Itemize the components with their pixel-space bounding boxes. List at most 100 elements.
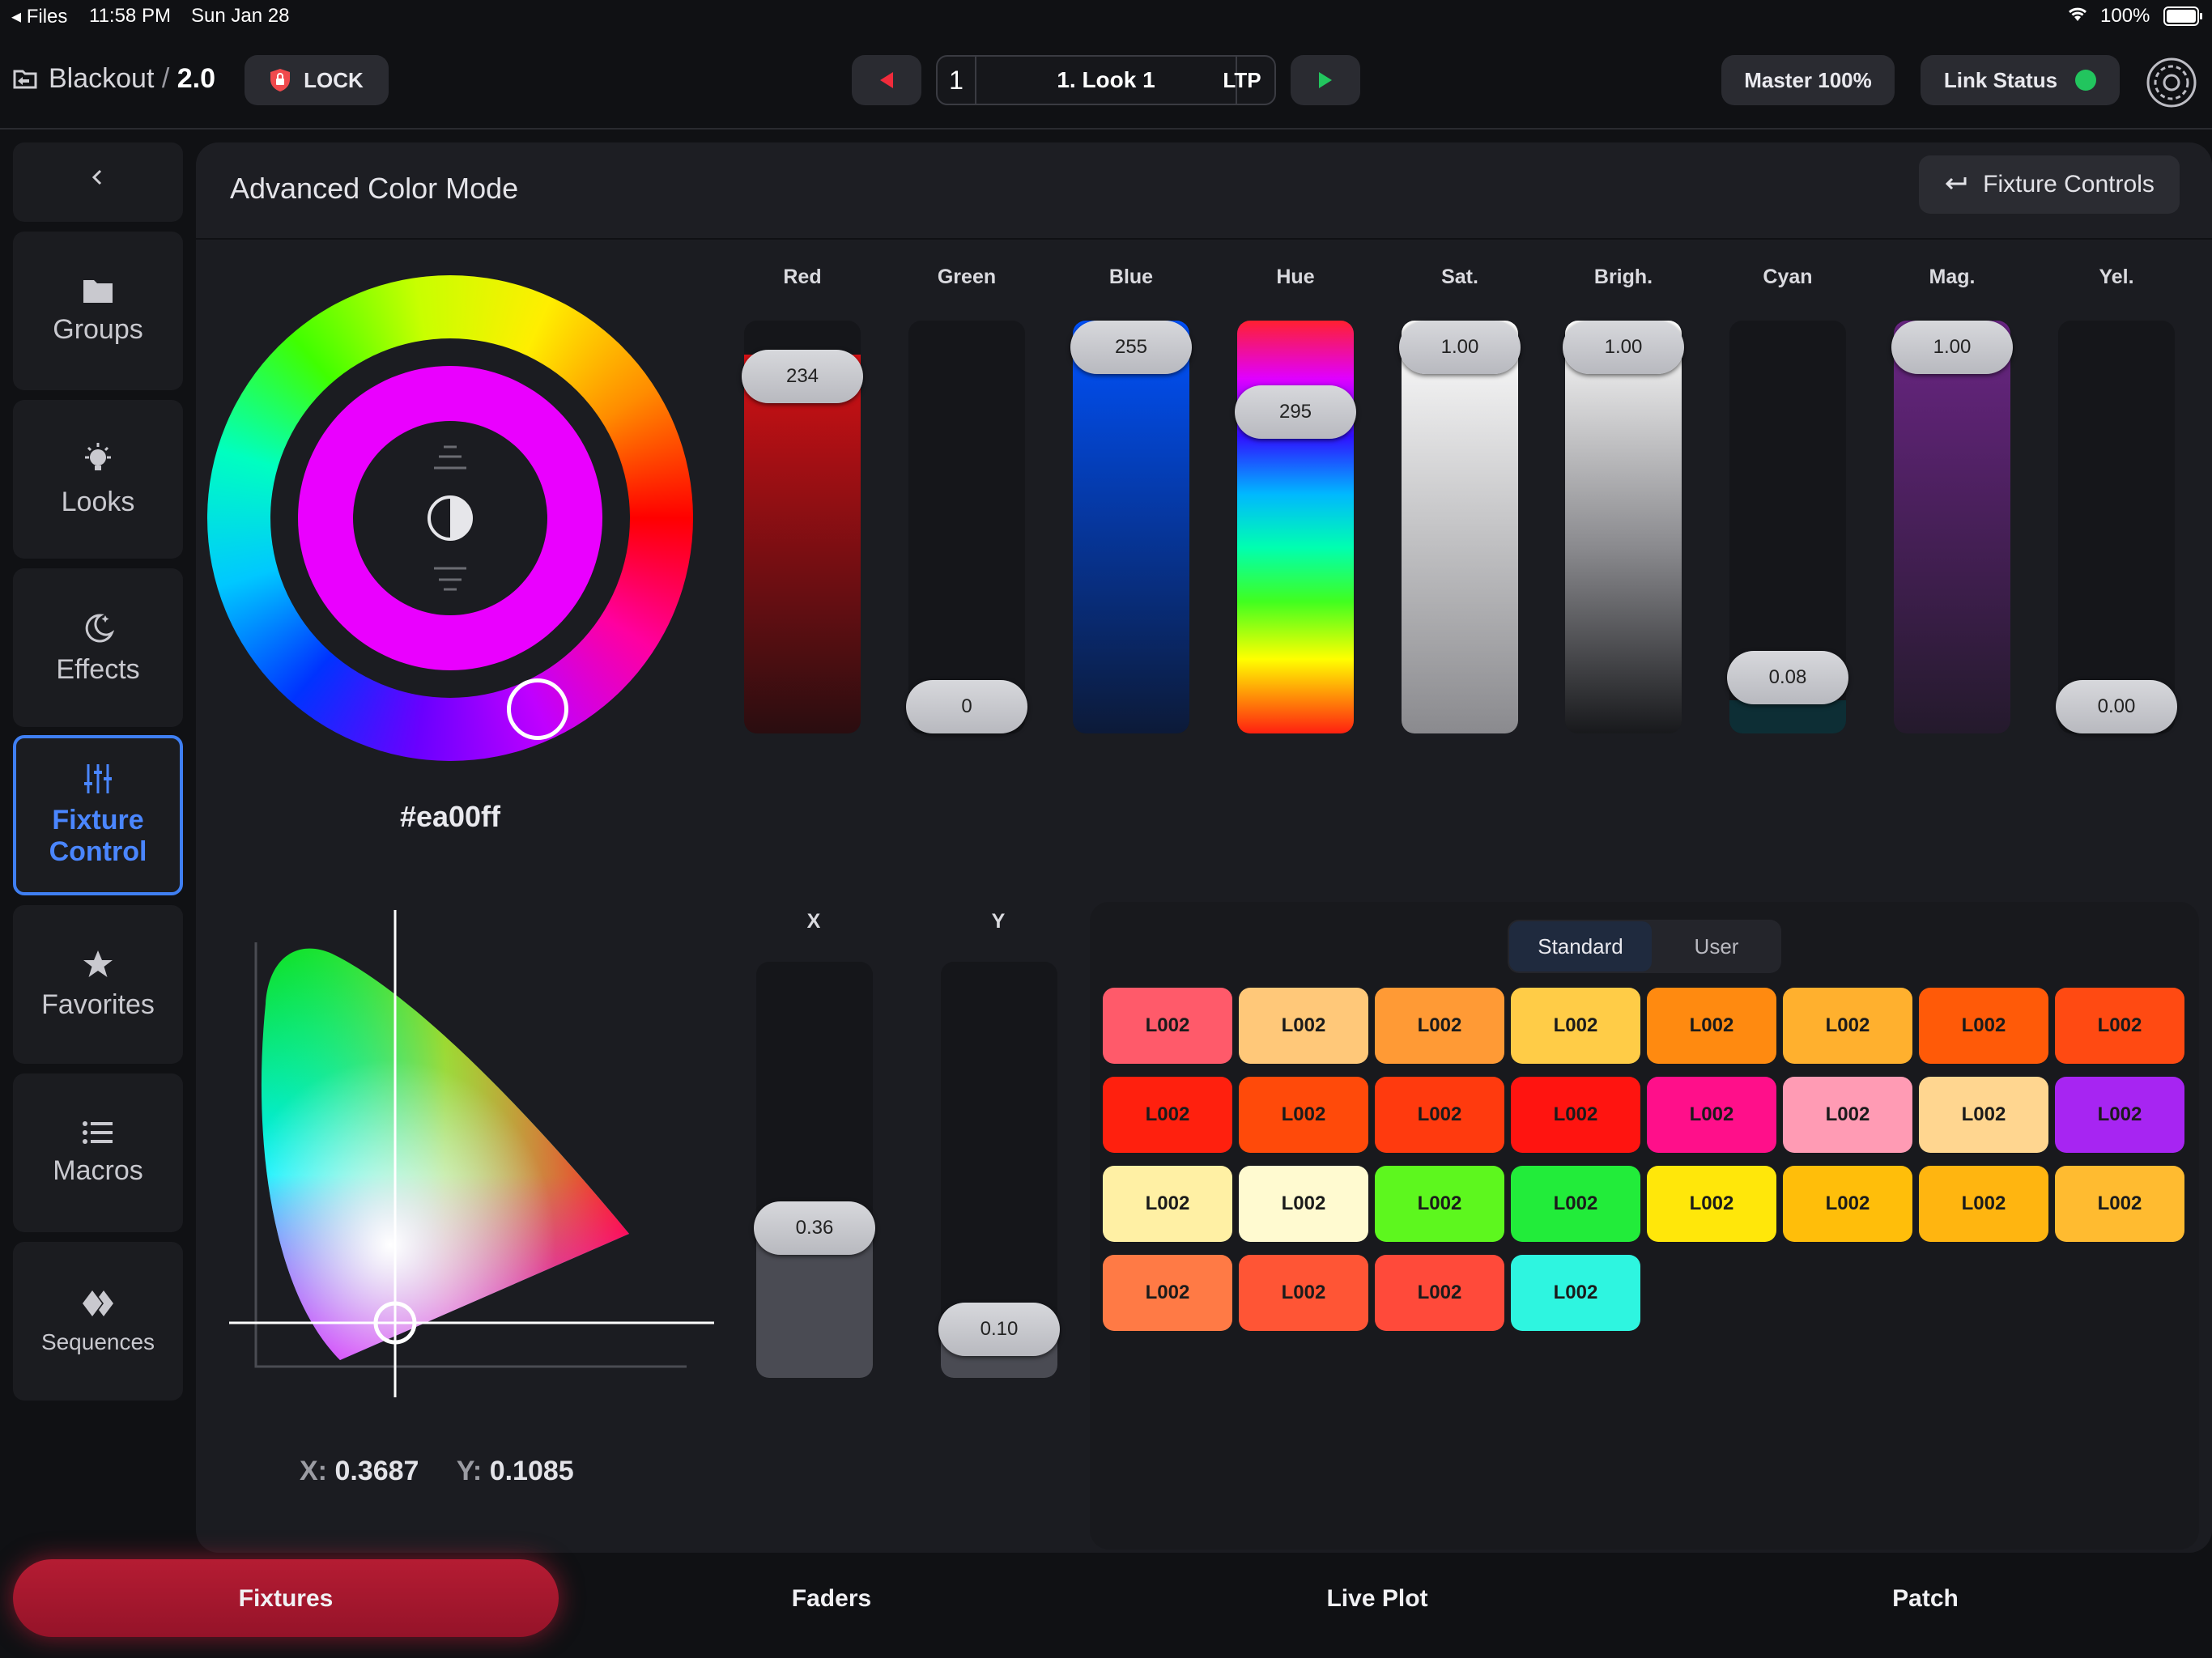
color-preset-button[interactable]: L002: [1103, 1255, 1232, 1331]
y-slider-thumb[interactable]: 0.10: [938, 1303, 1060, 1356]
color-preset-button[interactable]: L002: [1919, 1166, 2048, 1242]
chevron-left-icon: [91, 169, 102, 185]
sidebar-item-macros[interactable]: Macros: [13, 1073, 183, 1232]
show-file-icon[interactable]: [11, 65, 39, 96]
tab-patch[interactable]: Patch: [1650, 1562, 2201, 1635]
tab-fixtures[interactable]: Fixtures: [13, 1562, 559, 1635]
link-status-button[interactable]: Link Status: [1921, 55, 2120, 105]
cie-chromaticity-chart[interactable]: [227, 907, 721, 1401]
color-preset-button[interactable]: L002: [1783, 1166, 1912, 1242]
color-preset-button[interactable]: L002: [1103, 988, 1232, 1064]
color-preset-button[interactable]: L002: [1103, 1166, 1232, 1242]
status-date: Sun Jan 28: [191, 5, 290, 27]
sidebar-item-fixture-control[interactable]: Fixture Control: [13, 735, 183, 895]
color-preset-button[interactable]: L002: [1239, 1255, 1368, 1331]
color-preset-button[interactable]: L002: [1239, 988, 1368, 1064]
slider-label-magenta: Mag.: [1929, 266, 1976, 288]
lock-button[interactable]: LOCK: [245, 55, 389, 105]
tab-standard[interactable]: Standard: [1509, 921, 1652, 971]
magenta-slider[interactable]: [1894, 321, 2010, 733]
x-slider-thumb[interactable]: 0.36: [754, 1201, 875, 1255]
green-slider-thumb[interactable]: 0: [906, 680, 1027, 733]
lightbulb-icon: [85, 442, 111, 470]
battery-percent: 100%: [2100, 5, 2150, 27]
cue-display[interactable]: 1 1. Look 1 LTP: [936, 55, 1276, 105]
slider-label-saturation: Sat.: [1441, 266, 1478, 288]
color-preset-button[interactable]: L002: [1647, 1166, 1776, 1242]
brightness-slider[interactable]: [1565, 321, 1682, 733]
color-wheel-handle[interactable]: [507, 678, 568, 740]
cie-y-label: Y:: [456, 1456, 483, 1486]
sidebar-item-looks[interactable]: Looks: [13, 400, 183, 559]
yellow-slider-thumb[interactable]: 0.00: [2056, 680, 2177, 733]
show-version: 2.0: [177, 63, 216, 94]
next-cue-button[interactable]: [1291, 55, 1360, 105]
panel-title: Advanced Color Mode: [230, 172, 519, 205]
green-slider[interactable]: [908, 321, 1025, 733]
x-slider[interactable]: [756, 962, 873, 1378]
magenta-slider-thumb[interactable]: 1.00: [1891, 321, 2013, 374]
blue-slider-fill: [1073, 321, 1189, 733]
color-preset-button[interactable]: L002: [1919, 988, 2048, 1064]
color-preset-button[interactable]: L002: [1919, 1077, 2048, 1153]
color-preset-button[interactable]: L002: [1511, 1255, 1640, 1331]
color-preset-button[interactable]: L002: [1239, 1166, 1368, 1242]
panel-header: Advanced Color Mode Fixture Controls: [196, 142, 2212, 240]
folder-icon: [83, 279, 113, 303]
blue-slider[interactable]: [1073, 321, 1189, 733]
color-preset-button[interactable]: L002: [2055, 1166, 2184, 1242]
color-wheel[interactable]: [207, 275, 693, 761]
color-preset-button[interactable]: L002: [1239, 1077, 1368, 1153]
sidebar-back-button[interactable]: [13, 142, 183, 222]
red-slider-thumb[interactable]: 234: [742, 350, 863, 404]
sidebar-item-favorites[interactable]: Favorites: [13, 905, 183, 1064]
color-preset-button[interactable]: L002: [1375, 988, 1504, 1064]
back-to-app-link[interactable]: ◂ Files: [11, 5, 67, 28]
saturation-slider-thumb[interactable]: 1.00: [1399, 321, 1521, 374]
color-preset-button[interactable]: L002: [1511, 1077, 1640, 1153]
diamond-icon: [83, 1290, 113, 1316]
color-preset-button[interactable]: L002: [1783, 988, 1912, 1064]
logo-icon[interactable]: [2146, 57, 2197, 113]
blue-slider-thumb[interactable]: 255: [1070, 321, 1192, 374]
cie-y-value: 0.1085: [489, 1456, 574, 1486]
cie-x-value: 0.3687: [334, 1456, 419, 1486]
color-preset-button[interactable]: L002: [1647, 988, 1776, 1064]
color-preset-button[interactable]: L002: [1103, 1077, 1232, 1153]
slider-label-brightness: Brigh.: [1593, 266, 1653, 288]
tab-faders[interactable]: Faders: [559, 1562, 1104, 1635]
color-preset-button[interactable]: L002: [1375, 1166, 1504, 1242]
color-preset-button[interactable]: L002: [1511, 1166, 1640, 1242]
show-title: Blackout / 2.0: [49, 63, 216, 94]
previous-cue-button[interactable]: [852, 55, 921, 105]
master-button[interactable]: Master 100%: [1721, 55, 1895, 105]
color-presets-area: Standard User L002 L002 L002 L002 L002 L002 L0…: [1090, 902, 2199, 1550]
slider-label-cyan: Cyan: [1763, 266, 1813, 288]
color-preset-button[interactable]: L002: [2055, 988, 2184, 1064]
top-bar: Blackout / 2.0 LOCK 1 1. Look 1 LTP Mast…: [0, 32, 2212, 130]
cie-x-label: X:: [300, 1456, 327, 1486]
sidebar-item-effects[interactable]: Effects: [13, 568, 183, 727]
color-preset-button[interactable]: L002: [1783, 1077, 1912, 1153]
color-preset-button[interactable]: L002: [1375, 1255, 1504, 1331]
cyan-slider-thumb[interactable]: 0.08: [1727, 651, 1848, 705]
sidebar-item-sequences[interactable]: Sequences: [13, 1242, 183, 1401]
hue-slider[interactable]: [1237, 321, 1354, 733]
color-preset-button[interactable]: L002: [1375, 1077, 1504, 1153]
color-preset-button[interactable]: L002: [2055, 1077, 2184, 1153]
brightness-contrast-icon[interactable]: [421, 445, 479, 595]
hue-slider-thumb[interactable]: 295: [1235, 385, 1356, 439]
fixture-controls-button[interactable]: Fixture Controls: [1919, 155, 2180, 214]
color-preset-button[interactable]: L002: [1647, 1077, 1776, 1153]
brightness-slider-fill: [1565, 321, 1682, 733]
tab-user[interactable]: User: [1653, 921, 1780, 971]
brightness-slider-thumb[interactable]: 1.00: [1563, 321, 1684, 374]
sidebar-item-groups[interactable]: Groups: [13, 232, 183, 390]
battery-icon: [2163, 6, 2202, 32]
magenta-slider-fill: [1894, 321, 2010, 733]
tab-live-plot[interactable]: Live Plot: [1104, 1562, 1650, 1635]
slider-label-green: Green: [937, 266, 997, 288]
yellow-slider[interactable]: [2058, 321, 2175, 733]
color-preset-button[interactable]: L002: [1511, 988, 1640, 1064]
saturation-slider[interactable]: [1402, 321, 1518, 733]
